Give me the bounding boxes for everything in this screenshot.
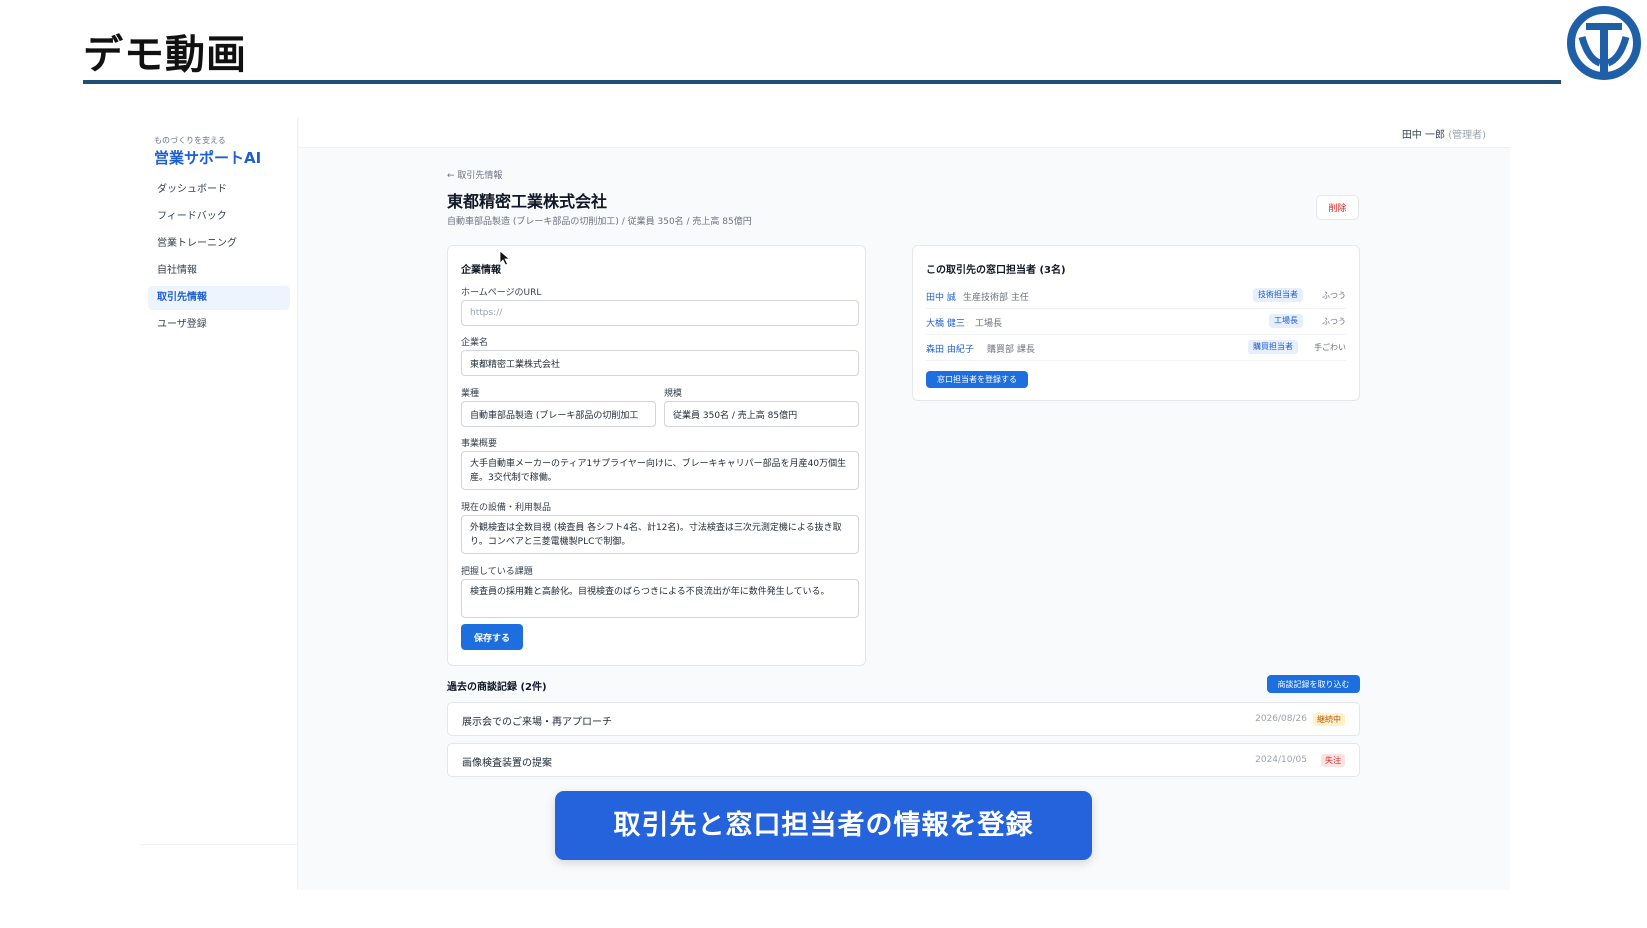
contact-role: 購買部 課長 (987, 345, 1035, 355)
history-record[interactable]: 展示会でのご来場・再アプローチ 2026/08/26 継続中 (447, 702, 1360, 736)
video-caption: 取引先と窓口担当者の情報を登録 (555, 791, 1092, 860)
sidebar-item-training[interactable]: 営業トレーニング (148, 232, 290, 256)
contact-mood: ふつう (1322, 291, 1346, 300)
contact-mood: 手ごわい (1314, 343, 1346, 352)
issues-textarea[interactable]: 検査員の採用難と高齢化。目視検査のばらつきによる不良流出が年に数件発生している。 (461, 579, 859, 618)
equipment-textarea[interactable]: 外観検査は全数目視 (検査員 各シフト4名、計12名)。寸法検査は三次元測定機に… (461, 515, 859, 554)
user-menu[interactable]: 田中 一郎 (管理者) (1402, 126, 1486, 141)
sidebar-item-clients[interactable]: 取引先情報 (148, 286, 290, 310)
app-window: ものづくりを支える 営業サポートAI ダッシュボード フィードバック 営業トレー… (140, 118, 1510, 890)
sidebar-item-own-company[interactable]: 自社情報 (148, 259, 290, 283)
register-contact-button[interactable]: 窓口担当者を登録する (926, 371, 1028, 388)
sidebar-item-dashboard[interactable]: ダッシュボード (148, 178, 290, 202)
contact-role: 生産技術部 主任 (963, 293, 1029, 303)
sidebar: ものづくりを支える 営業サポートAI ダッシュボード フィードバック 営業トレー… (140, 118, 298, 890)
equipment-label: 現在の設備・利用製品 (461, 503, 552, 513)
scale-label: 規模 (664, 389, 683, 399)
top-bar: 田中 一郎 (管理者) (299, 118, 1510, 148)
record-title: 画像検査装置の提案 (462, 758, 552, 769)
contact-mood: ふつう (1322, 317, 1346, 326)
company-info-card: 企業情報 ホームページのURL https:// 企業名 東都精密工業株式会社 … (447, 245, 866, 666)
history-record[interactable]: 画像検査装置の提案 2024/10/05 失注 (447, 743, 1360, 777)
contact-name[interactable]: 森田 由紀子 (926, 342, 974, 355)
import-records-button[interactable]: 商談記録を取り込む (1267, 675, 1360, 693)
contact-tag: 購買担当者 (1248, 340, 1298, 354)
contacts-card: この取引先の窓口担当者 (3名) 田中 誠 生産技術部 主任 技術担当者 ふつう… (912, 245, 1360, 401)
save-button[interactable]: 保存する (461, 624, 523, 650)
url-label: ホームページのURL (461, 288, 542, 298)
industry-input[interactable]: 自動車部品製造 (ブレーキ部品の切削加工 (461, 401, 656, 427)
slide: デモ動画 ものづくりを支える 営業サポートAI ダッシュボード フィードバック … (0, 0, 1647, 928)
issues-label: 把握している課題 (461, 567, 533, 577)
scale-input[interactable]: 従業員 350名 / 売上高 85億円 (664, 401, 859, 427)
user-name: 田中 一郎 (1401, 130, 1445, 141)
brand-tagline: ものづくりを支える (154, 136, 226, 145)
status-badge: 失注 (1321, 754, 1345, 767)
record-date: 2024/10/05 (1255, 755, 1307, 765)
summary-label: 事業概要 (461, 439, 498, 449)
contacts-heading: この取引先の窓口担当者 (3名) (926, 265, 1066, 276)
contact-row[interactable]: 田中 誠 生産技術部 主任 技術担当者 ふつう (926, 284, 1346, 309)
organization-emblem-icon (1567, 6, 1641, 80)
slide-title: デモ動画 (83, 32, 247, 78)
record-title: 展示会でのご来場・再アプローチ (462, 717, 612, 728)
company-name-label: 企業名 (461, 338, 489, 348)
contact-row[interactable]: 大橋 健三 工場長 工場長 ふつう (926, 310, 1346, 335)
summary-textarea[interactable]: 大手自動車メーカーのティア1サプライヤー向けに、ブレーキキャリパー部品を月産40… (461, 451, 859, 490)
card-heading: 企業情報 (461, 265, 501, 276)
contact-name[interactable]: 大橋 健三 (926, 316, 965, 329)
sidebar-item-user-registration[interactable]: ユーザ登録 (148, 313, 290, 337)
contact-tag: 工場長 (1269, 314, 1303, 328)
page-subtitle: 自動車部品製造 (ブレーキ部品の切削加工) / 従業員 350名 / 売上高 8… (447, 217, 752, 227)
status-badge: 継続中 (1313, 713, 1345, 726)
sidebar-divider (140, 844, 298, 845)
industry-label: 業種 (461, 389, 480, 399)
delete-button[interactable]: 削除 (1316, 195, 1359, 220)
mouse-cursor-icon (499, 250, 511, 266)
brand-logo[interactable]: 営業サポートAI (154, 147, 261, 168)
company-name-input[interactable]: 東都精密工業株式会社 (461, 350, 859, 376)
sidebar-item-feedback[interactable]: フィードバック (148, 205, 290, 229)
record-date: 2026/08/26 (1255, 714, 1307, 724)
contact-tag: 技術担当者 (1253, 288, 1303, 302)
title-divider (83, 80, 1561, 84)
url-input[interactable]: https:// (461, 300, 859, 326)
page-title: 東都精密工業株式会社 (447, 192, 608, 211)
contact-role: 工場長 (975, 319, 1003, 329)
back-link[interactable]: ← 取引先情報 (447, 168, 502, 181)
contact-name[interactable]: 田中 誠 (926, 290, 956, 303)
contact-row[interactable]: 森田 由紀子 購買部 課長 購買担当者 手ごわい (926, 336, 1346, 361)
user-role: (管理者) (1448, 130, 1486, 141)
history-title: 過去の商談記録 (2件) (447, 682, 547, 693)
sidebar-nav: ダッシュボード フィードバック 営業トレーニング 自社情報 取引先情報 ユーザ登… (148, 178, 290, 340)
